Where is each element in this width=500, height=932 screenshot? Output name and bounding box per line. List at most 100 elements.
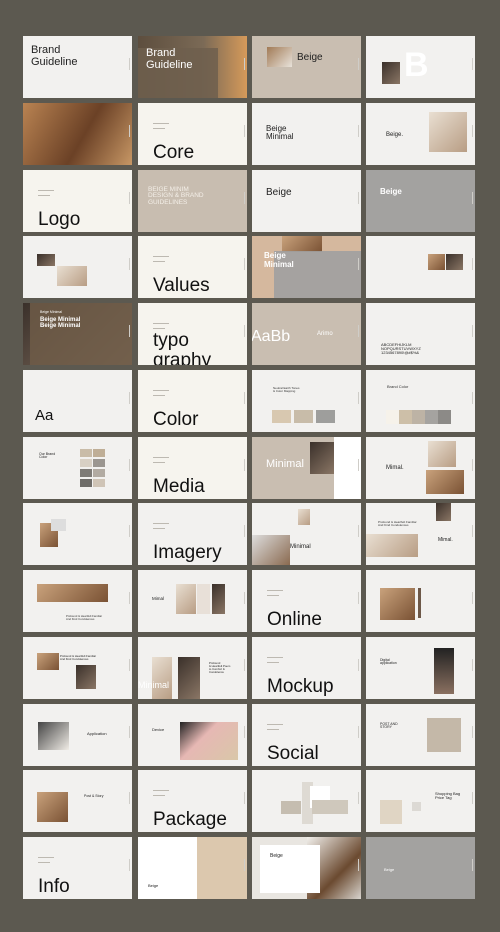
slide-profound-poem[interactable]: Profound & Heartfelt Poem to Comfort & C…: [138, 636, 247, 699]
slide-image: [446, 254, 463, 271]
caption-line: [153, 461, 165, 463]
slide-beige-end[interactable]: Beige: [366, 837, 475, 899]
slide-title: Beige: [384, 867, 395, 872]
slide-section-mockup[interactable]: Mockup: [252, 636, 361, 699]
slide-section-logo[interactable]: Logo: [23, 169, 132, 232]
page-marker: [129, 658, 130, 671]
slide-image: [80, 468, 92, 477]
slide-section-online[interactable]: Online: [252, 570, 361, 632]
slide-section-typography[interactable]: typo graphy: [138, 303, 247, 365]
caption-line: [267, 590, 283, 591]
slide-values-detail[interactable]: [366, 236, 475, 299]
slide-stationery[interactable]: [252, 770, 361, 833]
slide-image: [51, 519, 66, 532]
slide-image: [197, 837, 247, 899]
slide-online-photo[interactable]: [366, 570, 475, 632]
slide-brand-color-grid[interactable]: Our Brand Color: [23, 436, 132, 499]
slide-post-and-story[interactable]: POST AND STORY: [366, 703, 475, 766]
slide-table-of-contents[interactable]: B: [366, 36, 475, 98]
page-marker: [129, 191, 130, 204]
page-marker: [472, 391, 473, 404]
slide-imagery-photo[interactable]: [23, 503, 132, 566]
slide-subtitle: Beige Minimal Beige Minimal: [40, 317, 81, 330]
page-marker: [358, 458, 359, 471]
slide-mimal-gallery[interactable]: Mimal: [138, 570, 247, 632]
slide-title: Social: [267, 742, 319, 764]
slide-title: Color: [153, 408, 199, 430]
slide-minimal-media[interactable]: Minimal: [252, 436, 361, 499]
slide-earth-tones[interactable]: Neutral Earth Tones & Color Mapping: [252, 369, 361, 432]
slide-section-color[interactable]: Color: [138, 369, 247, 432]
slide-character-set[interactable]: ABCDEFHIJKLM NOPQURSTUVWXYZ 1234567890!@…: [366, 303, 475, 365]
slide-section-info[interactable]: Info: [23, 837, 132, 899]
slide-image: [267, 47, 292, 67]
slide-digital-application[interactable]: Digital application: [366, 636, 475, 699]
slide-logo-usage[interactable]: [23, 236, 132, 299]
slide-brand-color[interactable]: Brand Color: [366, 369, 475, 432]
page-marker: [472, 859, 473, 871]
slide-section-imagery[interactable]: Imagery: [138, 503, 247, 566]
slide-minimal-imagery[interactable]: Minimal: [252, 503, 361, 566]
slide-brand-guideline-photo[interactable]: Brand Guideline: [138, 36, 247, 98]
slide-image: [366, 534, 418, 558]
page-marker: [358, 325, 359, 337]
slide-image: [80, 458, 92, 467]
page-marker: [358, 391, 359, 404]
page-marker: [129, 458, 130, 471]
slide-image: [436, 503, 451, 522]
slide-image: [76, 664, 96, 689]
slide-beige-back-cover[interactable]: Beige: [138, 837, 247, 899]
slide-beige-contact[interactable]: Beige: [252, 837, 361, 899]
slide-title: Mimal.: [386, 464, 404, 471]
slide-title: Beige: [266, 186, 292, 198]
slide-image: [37, 584, 108, 602]
slide-title: Profound & Heartfelt Familiar And Kind C…: [60, 653, 97, 661]
slide-beige-intro[interactable]: Beige: [252, 36, 361, 98]
page-marker: [472, 525, 473, 538]
page-marker: [472, 124, 473, 137]
slide-condolences-wide[interactable]: Profound & Heartfelt Familiar And Kind C…: [23, 570, 132, 632]
page-marker: [472, 458, 473, 471]
slide-title: Brand Guideline: [146, 47, 193, 71]
page-marker: [244, 792, 245, 805]
caption-line: [267, 595, 279, 596]
slide-mimal-imagery[interactable]: Mimal. Profound & Heartfelt Familiar And …: [366, 503, 475, 566]
slide-image: [380, 800, 402, 825]
slide-image: [252, 535, 290, 566]
page-marker: [129, 592, 130, 604]
slide-shopping-bag[interactable]: Shopping Bag Price Tag: [366, 770, 475, 833]
slide-image: [212, 584, 225, 614]
slide-section-package[interactable]: Package: [138, 770, 247, 833]
slide-section-social[interactable]: Social: [252, 703, 361, 766]
caption-line: [267, 728, 279, 730]
slide-beige-minim-design[interactable]: BEIGE MINIM DESIGN & BRAND GUIDELINES: [138, 169, 247, 232]
caption-line: [153, 795, 165, 797]
page-marker: [358, 725, 359, 738]
slide-online-collage[interactable]: Profound & Heartfelt Familiar And Kind C…: [23, 636, 132, 699]
slide-beige-minimal[interactable]: Beige Minimal: [252, 102, 361, 165]
page-marker: [472, 725, 473, 738]
slide-type-scale[interactable]: Aa: [23, 369, 132, 432]
page-marker: [244, 191, 245, 204]
slide-section-values[interactable]: Values: [138, 236, 247, 299]
slide-fullbleed-photo[interactable]: [23, 102, 132, 165]
slide-beige-minimal-photo[interactable]: Beige Minimal: [252, 236, 361, 299]
slide-beige-logo-grey[interactable]: Beige: [366, 169, 475, 232]
slide-section-media[interactable]: Media: [138, 436, 247, 499]
slide-title: Logo: [38, 208, 81, 230]
slide-beige-about[interactable]: Beige.: [366, 102, 475, 165]
slide-title: Beige: [270, 853, 283, 859]
slide-title: typo graphy: [153, 330, 212, 365]
slide-beige-logo[interactable]: Beige: [252, 169, 361, 232]
slide-image: [260, 845, 320, 893]
slide-beige-minimal-type[interactable]: Beige Minimal Beige Minimal Beige Minimal: [23, 303, 132, 365]
slide-typeface-arimo[interactable]: AaBb Arimo: [252, 303, 361, 365]
slide-mimal-media[interactable]: Mimal.: [366, 436, 475, 499]
slide-application-tablet[interactable]: Application: [23, 703, 132, 766]
slide-device-laptop[interactable]: Device: [138, 703, 247, 766]
slide-brand-guideline-cover[interactable]: Brand Guideline: [23, 36, 132, 98]
slide-section-core[interactable]: Core: [138, 102, 247, 165]
caption-line: [153, 127, 165, 129]
slide-post-story-photo[interactable]: Post & Story: [23, 770, 132, 833]
slide-title: Minimal: [290, 544, 311, 551]
